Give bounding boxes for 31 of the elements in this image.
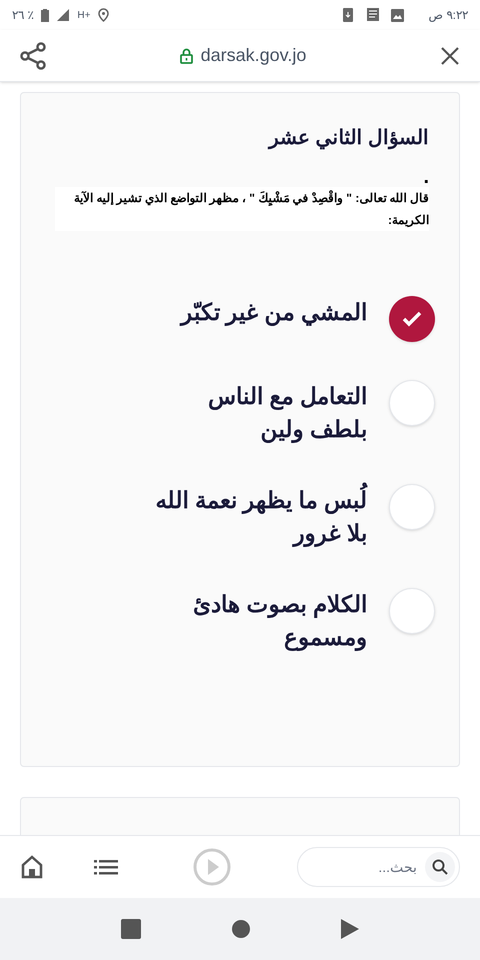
option-label[interactable]: التعامل مع الناس بلطف ولين [147, 380, 367, 446]
radio-button[interactable] [389, 380, 435, 426]
list-icon[interactable] [94, 858, 118, 876]
check-icon [402, 311, 422, 327]
network-text: H+ [77, 8, 90, 22]
option-label[interactable]: لُبس ما يظهر نعمة الله بلا غرور [147, 484, 367, 550]
radio-button[interactable] [389, 296, 435, 342]
option-label[interactable]: المشي من غير تكبّر [147, 296, 367, 329]
close-icon[interactable] [440, 46, 460, 66]
question-title: السؤال الثاني عشر [266, 126, 429, 152]
clock-text: ٩:٢٢ ص [428, 7, 468, 24]
question-text: قال الله تعالى: " واقْصِدْ في مَشْيِكَ " ، مظهر التواضع الذي تشير إليه الآية الكريمة: [55, 187, 429, 231]
url-text[interactable]: darsak.gov.jo [200, 42, 306, 69]
home-icon[interactable] [20, 855, 44, 879]
search-icon [432, 859, 448, 875]
location-icon [98, 8, 110, 22]
image-icon [391, 8, 404, 22]
radio-button[interactable] [389, 484, 435, 530]
lock-icon [180, 48, 193, 64]
signal-icon [57, 9, 70, 21]
battery-icon [41, 8, 50, 22]
option-label[interactable]: الكلام بصوت هادئ ومسموع [147, 588, 367, 654]
question-mark: . [422, 167, 429, 187]
download-icon [343, 8, 354, 22]
share-icon[interactable] [20, 42, 46, 70]
radio-button[interactable] [389, 588, 435, 634]
home-button-icon[interactable] [231, 919, 251, 939]
search-field[interactable]: بحث... [297, 847, 460, 887]
battery-text: ٢٦ ٪ [12, 7, 34, 24]
back-icon[interactable] [341, 919, 359, 939]
news-icon [365, 8, 380, 22]
